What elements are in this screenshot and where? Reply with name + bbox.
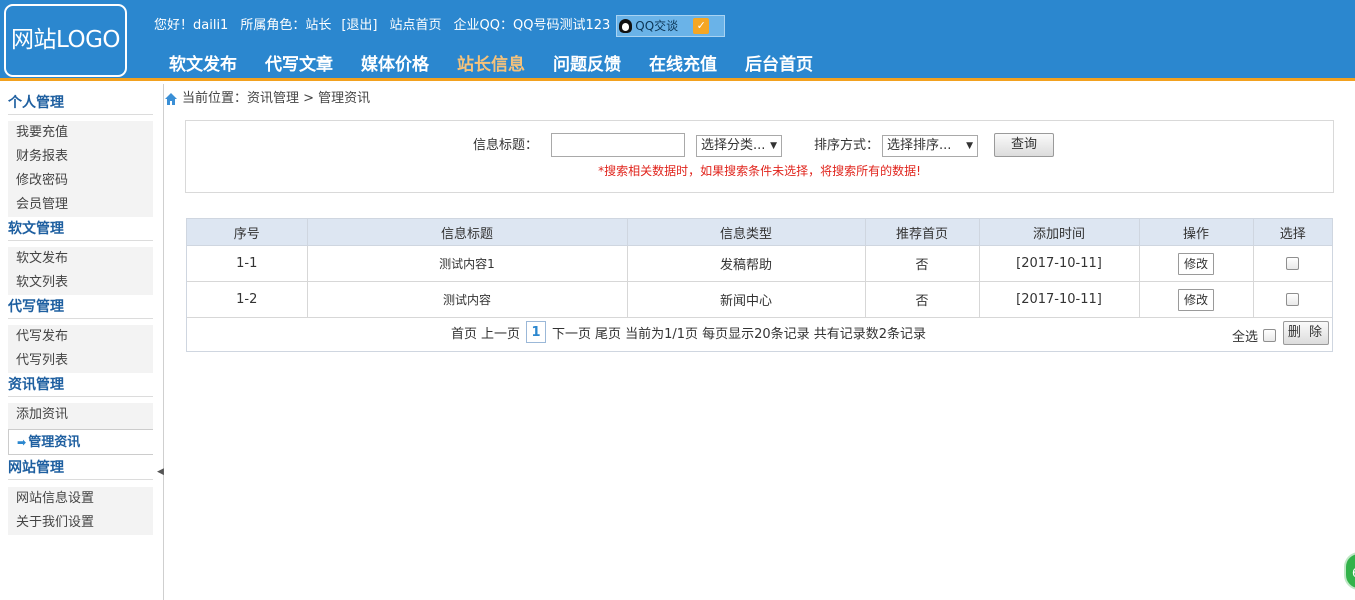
qq-chat-label: QQ交谈 — [635, 19, 679, 33]
sort-label: 排序方式： — [814, 138, 880, 153]
nav-item-feedback[interactable]: 问题反馈 — [539, 52, 635, 78]
user-info-bar: 您好！daili1 所属角色：站长 [退出] 站点首页 企业QQ：QQ号码测试1… — [154, 15, 737, 37]
sidebar-item-manage-news[interactable]: ➡ 管理资讯 — [8, 429, 153, 455]
sidebar-item-member-manage[interactable]: 会员管理 — [8, 193, 153, 217]
arrow-right-icon: ➡ — [17, 436, 27, 449]
column-header: 操作 — [1139, 219, 1254, 246]
pager: 首页 上一页 1 下一页 尾页 当前为1/1页 每页显示20条记录 共有记录数2… — [451, 321, 930, 343]
sidebar-group-personal-items: 我要充值 财务报表 修改密码 会员管理 — [8, 121, 153, 217]
select-all-checkbox[interactable] — [1263, 329, 1277, 342]
home-icon — [164, 92, 178, 106]
sidebar-item-finance-report[interactable]: 财务报表 — [8, 145, 153, 169]
sidebar-item-site-info[interactable]: 网站信息设置 — [8, 487, 153, 511]
row-number: 1-1 — [187, 245, 308, 282]
sidebar-collapse-arrow-icon[interactable]: ◀ — [157, 465, 164, 479]
row-checkbox[interactable] — [1286, 257, 1300, 270]
sidebar-item-about-us[interactable]: 关于我们设置 — [8, 511, 153, 535]
floating-badge[interactable]: 6 — [1344, 552, 1355, 590]
main-nav: 软文发布 代写文章 媒体价格 站长信息 问题反馈 在线充值 后台首页 — [155, 52, 827, 78]
category-select-value: 选择分类... — [701, 138, 766, 153]
greeting-text: 您好！daili1 — [154, 18, 229, 33]
sidebar-group-website-items: 网站信息设置 关于我们设置 — [8, 487, 153, 535]
sidebar-group-personal[interactable]: 个人管理 — [8, 92, 153, 115]
table-row: 1-1 测试内容1 发稿帮助 否 [2017-10-11] 修改 — [187, 245, 1332, 282]
nav-item-article-publish[interactable]: 软文发布 — [155, 52, 251, 78]
dropdown-triangle-icon: ▼ — [966, 141, 973, 151]
nav-item-admin-home[interactable]: 后台首页 — [731, 52, 827, 78]
edit-button[interactable]: 修改 — [1178, 252, 1214, 275]
pager-prev-link[interactable]: 上一页 — [481, 323, 520, 342]
qq-penguin-icon — [619, 19, 633, 33]
logout-link[interactable]: [退出] — [341, 15, 377, 37]
search-notice: *搜索相关数据时，如果搜索条件未选择，将搜索所有的数据! — [598, 164, 921, 178]
sort-select-value: 选择排序... — [887, 138, 952, 153]
sidebar-group-news-items: 添加资讯 ➡ 管理资讯 — [8, 403, 153, 455]
nav-item-webmaster-info[interactable]: 站长信息 — [443, 52, 539, 78]
column-header: 信息类型 — [627, 219, 866, 246]
sort-select[interactable]: 选择排序... ▼ — [882, 135, 978, 157]
column-header: 序号 — [187, 219, 308, 246]
sidebar: 个人管理 我要充值 财务报表 修改密码 会员管理 软文管理 软文发布 软文列表 … — [0, 84, 164, 600]
row-type: 发稿帮助 — [627, 245, 866, 282]
nav-item-recharge[interactable]: 在线充值 — [635, 52, 731, 78]
edit-button[interactable]: 修改 — [1178, 288, 1214, 311]
company-qq-text: 企业QQ：QQ号码测试123 — [453, 18, 611, 33]
table-header-row: 序号 信息标题 信息类型 推荐首页 添加时间 操作 选择 — [187, 219, 1332, 246]
pager-last-link[interactable]: 尾页 — [595, 323, 621, 342]
role-text: 所属角色：站长 — [240, 18, 332, 33]
title-search-input[interactable] — [551, 133, 685, 157]
sidebar-item-ghostwrite-publish[interactable]: 代写发布 — [8, 325, 153, 349]
breadcrumb-text: 当前位置：资讯管理 > 管理资讯 — [182, 91, 371, 106]
row-action-cell: 修改 — [1139, 245, 1254, 282]
qq-chat-button[interactable]: QQ交谈 ✓ — [616, 15, 726, 37]
sidebar-item-add-news[interactable]: 添加资讯 — [8, 403, 153, 427]
column-header: 添加时间 — [979, 219, 1140, 246]
query-button[interactable]: 查询 — [994, 133, 1054, 157]
sidebar-group-website[interactable]: 网站管理 — [8, 457, 153, 480]
news-table: 序号 信息标题 信息类型 推荐首页 添加时间 操作 选择 1-1 测试内容1 发… — [186, 218, 1333, 352]
category-select[interactable]: 选择分类... ▼ — [696, 135, 782, 157]
sidebar-item-article-publish[interactable]: 软文发布 — [8, 247, 153, 271]
sidebar-group-article-items: 软文发布 软文列表 — [8, 247, 153, 295]
pager-current-page[interactable]: 1 — [526, 321, 547, 343]
row-time: [2017-10-11] — [979, 245, 1140, 282]
sidebar-group-article[interactable]: 软文管理 — [8, 218, 153, 241]
nav-item-ghostwrite[interactable]: 代写文章 — [251, 52, 347, 78]
pager-summary: 当前为1/1页 每页显示20条记录 共有记录数2条记录 — [625, 326, 927, 342]
sidebar-group-news[interactable]: 资讯管理 — [8, 374, 153, 397]
sidebar-group-ghostwrite-items: 代写发布 代写列表 — [8, 325, 153, 373]
sidebar-group-ghostwrite[interactable]: 代写管理 — [8, 296, 153, 319]
row-recommend: 否 — [865, 245, 980, 282]
breadcrumb: 当前位置：资讯管理 > 管理资讯 — [164, 89, 370, 109]
column-header: 推荐首页 — [865, 219, 980, 246]
select-all[interactable]: 全选 — [1232, 326, 1277, 345]
site-logo[interactable]: 网站LOGO — [4, 4, 127, 77]
sidebar-item-change-password[interactable]: 修改密码 — [8, 169, 153, 193]
dropdown-triangle-icon: ▼ — [770, 141, 777, 151]
top-header: 网站LOGO 您好！daili1 所属角色：站长 [退出] 站点首页 企业QQ：… — [0, 0, 1355, 81]
check-icon: ✓ — [693, 18, 710, 34]
search-panel: 信息标题： 选择分类... ▼ 排序方式： 选择排序... ▼ 查询 *搜索相关… — [185, 120, 1334, 193]
pager-row: 首页 上一页 1 下一页 尾页 当前为1/1页 每页显示20条记录 共有记录数2… — [187, 313, 1332, 351]
row-checkbox[interactable] — [1286, 293, 1300, 306]
sidebar-item-ghostwrite-list[interactable]: 代写列表 — [8, 349, 153, 373]
nav-item-media-price[interactable]: 媒体价格 — [347, 52, 443, 78]
delete-button[interactable]: 删 除 — [1283, 321, 1329, 345]
column-header: 信息标题 — [307, 219, 628, 246]
sidebar-item-manage-news-label: 管理资讯 — [28, 435, 81, 450]
site-home-link[interactable]: 站点首页 — [390, 15, 442, 37]
row-select-cell — [1253, 245, 1332, 282]
title-filter-label: 信息标题： — [473, 138, 539, 153]
sidebar-item-article-list[interactable]: 软文列表 — [8, 271, 153, 295]
select-all-label: 全选 — [1232, 330, 1259, 345]
row-title: 测试内容1 — [307, 245, 628, 282]
sidebar-item-recharge[interactable]: 我要充值 — [8, 121, 153, 145]
pager-first-link[interactable]: 首页 — [451, 323, 477, 342]
pager-next-link[interactable]: 下一页 — [552, 323, 591, 342]
column-header: 选择 — [1253, 219, 1332, 246]
